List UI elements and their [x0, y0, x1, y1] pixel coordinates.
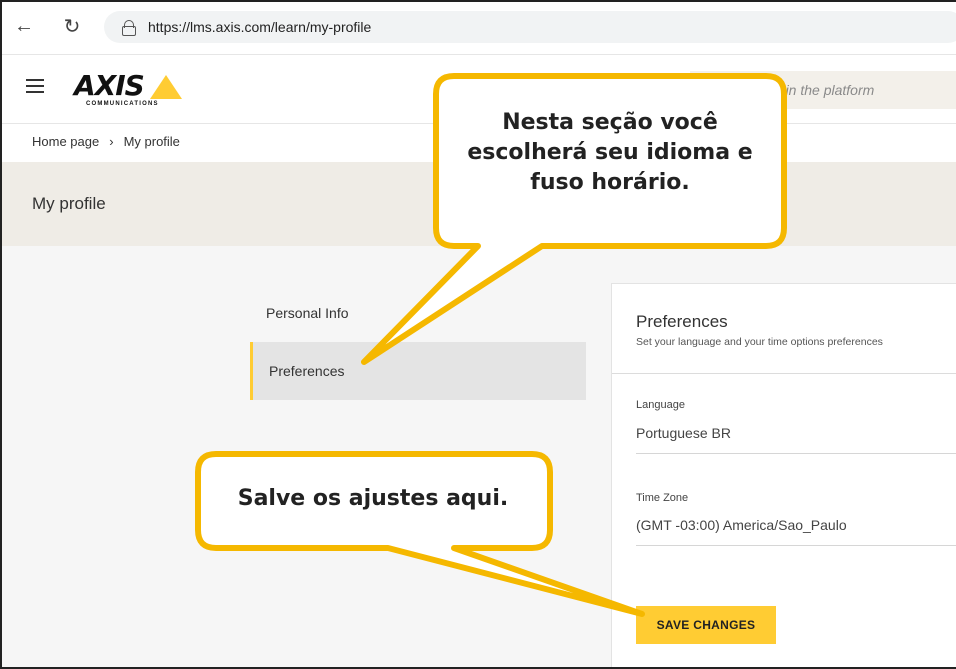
- preferences-card: Preferences Set your language and your t…: [611, 283, 956, 667]
- search-input[interactable]: nt in the platform: [690, 71, 956, 109]
- search-placeholder: nt in the platform: [770, 82, 875, 98]
- arrow-left-icon[interactable]: ←: [10, 12, 38, 40]
- save-changes-button[interactable]: SAVE CHANGES: [636, 606, 776, 644]
- language-select[interactable]: Portuguese BR: [636, 425, 731, 441]
- language-underline: [636, 453, 956, 454]
- reload-icon[interactable]: ↻: [58, 12, 86, 40]
- axis-logo[interactable]: AXIS COMMUNICATIONS: [72, 67, 182, 111]
- page-title: My profile: [32, 194, 106, 213]
- screenshot-frame: ← ↻ https://lms.axis.com/learn/my-profil…: [0, 0, 956, 669]
- preferences-title: Preferences: [636, 312, 728, 331]
- timezone-select[interactable]: (GMT -03:00) America/Sao_Paulo: [636, 517, 847, 533]
- sidebar-item-preferences[interactable]: Preferences: [250, 342, 586, 400]
- callout-text-save: Salve os ajustes aqui.: [237, 486, 509, 511]
- callout-text-section: Nesta seção você escolherá seu idioma e …: [467, 110, 753, 195]
- address-bar[interactable]: https://lms.axis.com/learn/my-profile: [104, 11, 956, 43]
- language-label: Language: [636, 399, 685, 411]
- logo-subtitle: COMMUNICATIONS: [86, 101, 159, 107]
- breadcrumb-separator: ›: [109, 134, 114, 149]
- timezone-underline: [636, 545, 956, 546]
- hamburger-menu-icon[interactable]: [26, 79, 44, 93]
- address-url: https://lms.axis.com/learn/my-profile: [148, 19, 372, 35]
- logo-triangle-icon: [150, 75, 182, 99]
- breadcrumb: Home page › My profile: [32, 134, 180, 149]
- divider: [612, 373, 956, 374]
- lock-icon: [122, 20, 136, 36]
- logo-text: AXIS: [74, 69, 145, 102]
- browser-toolbar: ← ↻ https://lms.axis.com/learn/my-profil…: [2, 2, 956, 54]
- sidebar-item-label: Personal Info: [266, 305, 349, 321]
- breadcrumb-home-link[interactable]: Home page: [32, 134, 99, 149]
- sidebar-item-personal-info[interactable]: Personal Info: [250, 284, 586, 342]
- sidebar-item-label: Preferences: [269, 363, 345, 379]
- timezone-label: Time Zone: [636, 492, 689, 504]
- preferences-subtitle: Set your language and your time options …: [636, 336, 883, 348]
- breadcrumb-current: My profile: [123, 134, 180, 149]
- main-content: Personal Info Preferences Preferences Se…: [2, 246, 956, 667]
